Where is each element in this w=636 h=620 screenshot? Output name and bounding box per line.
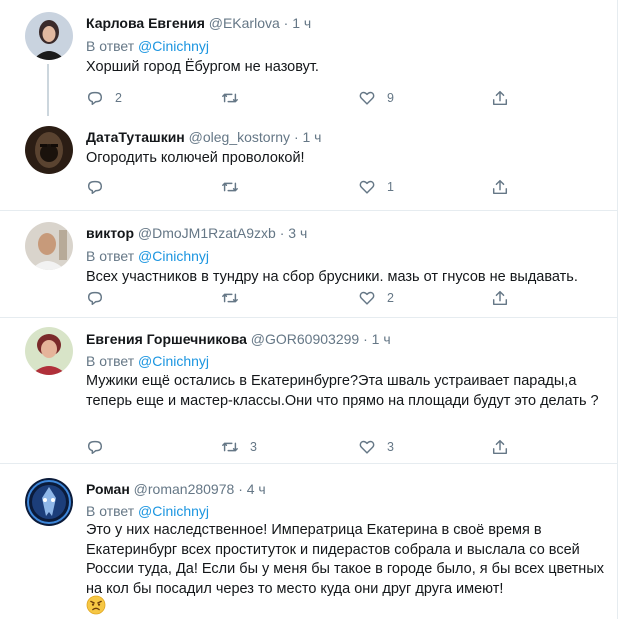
separator: · [363,331,368,347]
retweet-icon [222,293,238,303]
separator: · [283,15,289,31]
separator: · [293,129,299,145]
tweet-3[interactable]: виктор @DmoJM1RzatA9zxb · 3 ч В ответ @C… [0,211,617,318]
reply-icon [87,291,103,306]
timestamp[interactable]: 1 ч [292,15,311,31]
display-name[interactable]: Карлова Евгения [86,15,205,31]
reply-prefix: В ответ [86,503,135,519]
retweet-button[interactable] [221,288,250,308]
share-button[interactable] [491,288,509,308]
like-count: 2 [387,291,394,305]
tweet-text: Это у них наследственное! Императрица Ек… [86,522,604,597]
like-button[interactable]: 3 [358,437,394,457]
tweet-header: Евгения Горшечникова @GOR60903299 · 1 ч [86,330,391,348]
heart-icon [359,91,375,105]
like-count: 9 [387,91,394,105]
like-button[interactable]: 9 [358,88,394,108]
tweet-text: Всех участников в тундру на сбор брусник… [86,269,578,285]
separator: · [238,481,243,497]
username[interactable]: @roman280978 [134,481,235,497]
retweet-icon [222,182,238,192]
display-name[interactable]: ДатаТуташкин [86,129,185,145]
tweet-actions: 3 3 [86,437,526,457]
username[interactable]: @GOR60903299 [251,331,359,347]
tweet-4[interactable]: Евгения Горшечникова @GOR60903299 · 1 ч … [0,318,617,464]
share-button[interactable] [491,88,509,108]
reply-button[interactable] [86,288,115,308]
tweet-text: Мужики ещё остались в Екатеринбурге?Эта … [86,373,599,409]
like-count: 1 [387,180,394,194]
heart-icon [359,291,375,305]
like-button[interactable]: 2 [358,288,394,308]
reply-count: 2 [115,91,122,105]
mention-link[interactable]: @Cinichnyj [138,248,209,264]
reply-icon [87,91,103,106]
share-icon [492,179,508,195]
retweet-button[interactable]: 3 [221,437,257,457]
share-icon [492,290,508,306]
timestamp[interactable]: 4 ч [247,481,266,497]
share-icon [492,439,508,455]
mention-link[interactable]: @Cinichnyj [138,353,209,369]
tweet-header: ДатаТуташкин @oleg_kostorny · 1 ч [86,128,321,146]
username[interactable]: @EKarlova [209,15,280,31]
avatar[interactable] [25,12,73,60]
username[interactable]: @DmoJM1RzatA9zxb [138,225,276,241]
reply-context: В ответ @Cinichnyj [86,37,209,55]
timestamp[interactable]: 3 ч [288,225,307,241]
like-button[interactable]: 1 [358,177,394,197]
mention-link[interactable]: @Cinichnyj [138,38,209,54]
angry-face-emoji [86,595,106,620]
reply-feed: Карлова Евгения @EKarlova · 1 ч В ответ … [0,0,618,619]
separator: · [279,225,285,241]
tweet-text: Хорший город Ёбургом не назовут. [86,59,319,75]
mention-link[interactable]: @Cinichnyj [138,503,209,519]
retweet-icon [222,93,238,103]
timestamp[interactable]: 1 ч [372,331,391,347]
heart-icon [359,180,375,194]
tweet-header: виктор @DmoJM1RzatA9zxb · 3 ч [86,224,307,242]
display-name[interactable]: виктор [86,225,134,241]
avatar[interactable] [25,126,73,174]
tweet-header: Карлова Евгения @EKarlova · 1 ч [86,14,311,32]
tweet-header: Роман @roman280978 · 4 ч [86,480,266,498]
heart-icon [359,440,375,454]
reply-prefix: В ответ [86,248,135,264]
share-button[interactable] [491,437,509,457]
tweet-actions: 2 9 [86,88,526,108]
avatar[interactable] [25,327,73,375]
avatar[interactable] [25,222,73,270]
reply-context: В ответ @Cinichnyj [86,352,209,370]
retweet-button[interactable] [221,88,250,108]
reply-button[interactable] [86,177,115,197]
share-button[interactable] [491,177,509,197]
share-icon [492,90,508,106]
display-name[interactable]: Евгения Горшечникова [86,331,247,347]
retweet-icon [222,442,238,452]
reply-prefix: В ответ [86,353,135,369]
reply-prefix: В ответ [86,38,135,54]
timestamp[interactable]: 1 ч [303,129,322,145]
display-name[interactable]: Роман [86,481,130,497]
reply-context: В ответ @Cinichnyj [86,247,209,265]
tweet-actions: 2 [86,288,526,308]
like-count: 3 [387,440,394,454]
username[interactable]: @oleg_kostorny [189,129,290,145]
reply-icon [87,440,103,455]
retweet-count: 3 [250,440,257,454]
thread-line [47,64,49,116]
reply-context: В ответ @Cinichnyj [86,502,209,520]
tweet-text: Огородить колючей проволокой! [86,150,305,166]
tweet-1[interactable]: Карлова Евгения @EKarlova · 1 ч В ответ … [0,0,617,211]
retweet-button[interactable] [221,177,250,197]
reply-button[interactable]: 2 [86,88,122,108]
reply-button[interactable] [86,437,115,457]
tweet-actions: 1 [86,177,526,197]
avatar[interactable] [25,478,73,526]
tweet-5[interactable]: Роман @roman280978 · 4 ч В ответ @Cinich… [0,464,617,619]
reply-icon [87,180,103,195]
